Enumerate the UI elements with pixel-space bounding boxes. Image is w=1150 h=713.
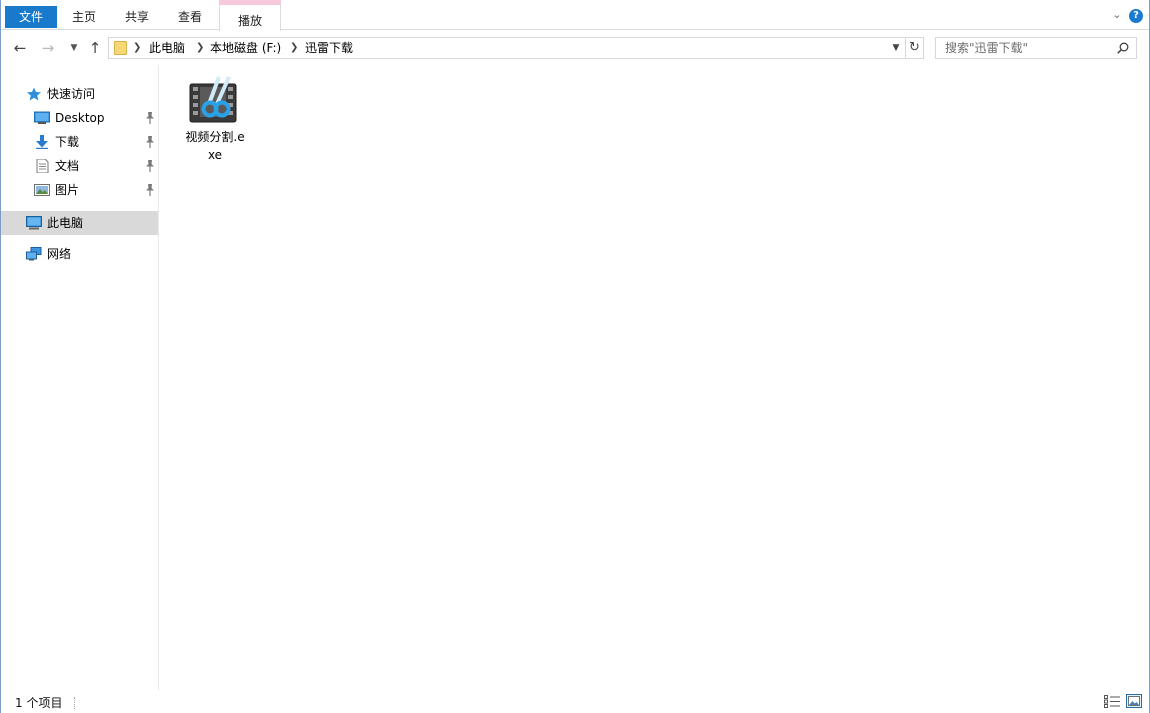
nav-item-this-pc[interactable]: 此电脑 bbox=[1, 211, 158, 235]
breadcrumb-separator-icon[interactable]: ❯ bbox=[290, 40, 298, 56]
document-icon bbox=[36, 159, 49, 173]
nav-item-network[interactable]: 网络 bbox=[1, 242, 158, 266]
recent-locations-chevron-icon[interactable]: ▼ bbox=[65, 39, 83, 57]
nav-item-downloads-label: 下载 bbox=[55, 135, 80, 149]
explorer-window: 文件 主页 共享 查看 播放 ⌄ ? ← → ▼ ↑ ❯ 此电脑 ❯ 本地磁盘 … bbox=[0, 0, 1150, 713]
tab-share[interactable]: 共享 bbox=[112, 6, 162, 30]
pin-icon[interactable] bbox=[145, 184, 155, 196]
nav-item-desktop[interactable]: Desktop bbox=[1, 106, 158, 130]
refresh-icon[interactable]: ↻ bbox=[906, 37, 924, 59]
file-item[interactable]: 视频分割.exe bbox=[182, 73, 248, 162]
ribbon-tab-bar: 文件 主页 共享 查看 播放 ⌄ ? bbox=[1, 0, 1149, 31]
large-icons-view-icon[interactable] bbox=[1126, 694, 1142, 708]
up-arrow-icon[interactable]: ↑ bbox=[86, 39, 104, 57]
nav-item-pictures-label: 图片 bbox=[55, 183, 80, 197]
file-name: 视频分割.exe bbox=[185, 130, 245, 162]
address-toolbar: ← → ▼ ↑ ❯ 此电脑 ❯ 本地磁盘 (F:) ❯ 迅雷下载 ▼ ↻ bbox=[1, 31, 1149, 65]
nav-quick-access[interactable]: 快速访问 bbox=[1, 82, 158, 106]
search-icon[interactable] bbox=[1117, 42, 1129, 54]
breadcrumb-this-pc[interactable]: 此电脑 bbox=[149, 40, 185, 56]
address-dropdown-chevron-icon[interactable]: ▼ bbox=[889, 40, 903, 56]
help-icon[interactable]: ? bbox=[1129, 9, 1143, 23]
nav-item-documents[interactable]: 文档 bbox=[1, 154, 158, 178]
item-count: 1 个项目 bbox=[15, 696, 63, 710]
nav-quick-access-label: 快速访问 bbox=[47, 87, 96, 101]
tab-play[interactable]: 播放 bbox=[219, 0, 281, 31]
computer-icon bbox=[26, 216, 42, 230]
nav-item-desktop-label: Desktop bbox=[55, 111, 105, 125]
nav-item-downloads[interactable]: 下载 bbox=[1, 130, 158, 154]
back-arrow-icon[interactable]: ← bbox=[11, 39, 29, 57]
breadcrumb-xunlei-download[interactable]: 迅雷下载 bbox=[305, 40, 353, 56]
video-cutter-icon bbox=[189, 76, 237, 123]
tab-home[interactable]: 主页 bbox=[59, 6, 109, 30]
address-bar[interactable]: ❯ 此电脑 ❯ 本地磁盘 (F:) ❯ 迅雷下载 ▼ bbox=[108, 37, 906, 59]
nav-item-this-pc-label: 此电脑 bbox=[47, 216, 84, 230]
breadcrumb-separator-icon[interactable]: ❯ bbox=[196, 40, 204, 56]
status-divider bbox=[74, 697, 75, 709]
tab-view[interactable]: 查看 bbox=[165, 6, 215, 30]
desktop-icon bbox=[34, 111, 50, 124]
details-view-icon[interactable] bbox=[1104, 695, 1120, 708]
star-icon bbox=[27, 87, 41, 101]
ribbon-expand-chevron-icon[interactable]: ⌄ bbox=[1111, 9, 1123, 21]
folder-icon bbox=[114, 41, 127, 55]
pin-icon[interactable] bbox=[145, 136, 155, 148]
navigation-pane: 快速访问 Desktop 下载 文档 图片 此电脑 网络 bbox=[1, 65, 159, 690]
nav-item-network-label: 网络 bbox=[47, 247, 72, 261]
picture-icon bbox=[34, 184, 50, 196]
forward-arrow-icon[interactable]: → bbox=[39, 39, 57, 57]
tab-file[interactable]: 文件 bbox=[5, 6, 57, 28]
pin-icon[interactable] bbox=[145, 112, 155, 124]
breadcrumb-drive-f[interactable]: 本地磁盘 (F:) bbox=[210, 40, 281, 56]
download-icon bbox=[36, 135, 48, 149]
status-bar: 1 个项目 bbox=[1, 690, 1149, 713]
search-box[interactable] bbox=[935, 37, 1137, 59]
network-icon bbox=[26, 247, 42, 261]
nav-item-documents-label: 文档 bbox=[55, 159, 80, 173]
breadcrumb-separator-icon[interactable]: ❯ bbox=[133, 40, 141, 56]
nav-item-pictures[interactable]: 图片 bbox=[1, 178, 158, 202]
large-icons-glyph-icon bbox=[1128, 696, 1140, 706]
search-input[interactable] bbox=[936, 38, 1116, 58]
file-list-area[interactable]: 视频分割.exe bbox=[160, 65, 1149, 690]
pin-icon[interactable] bbox=[145, 160, 155, 172]
